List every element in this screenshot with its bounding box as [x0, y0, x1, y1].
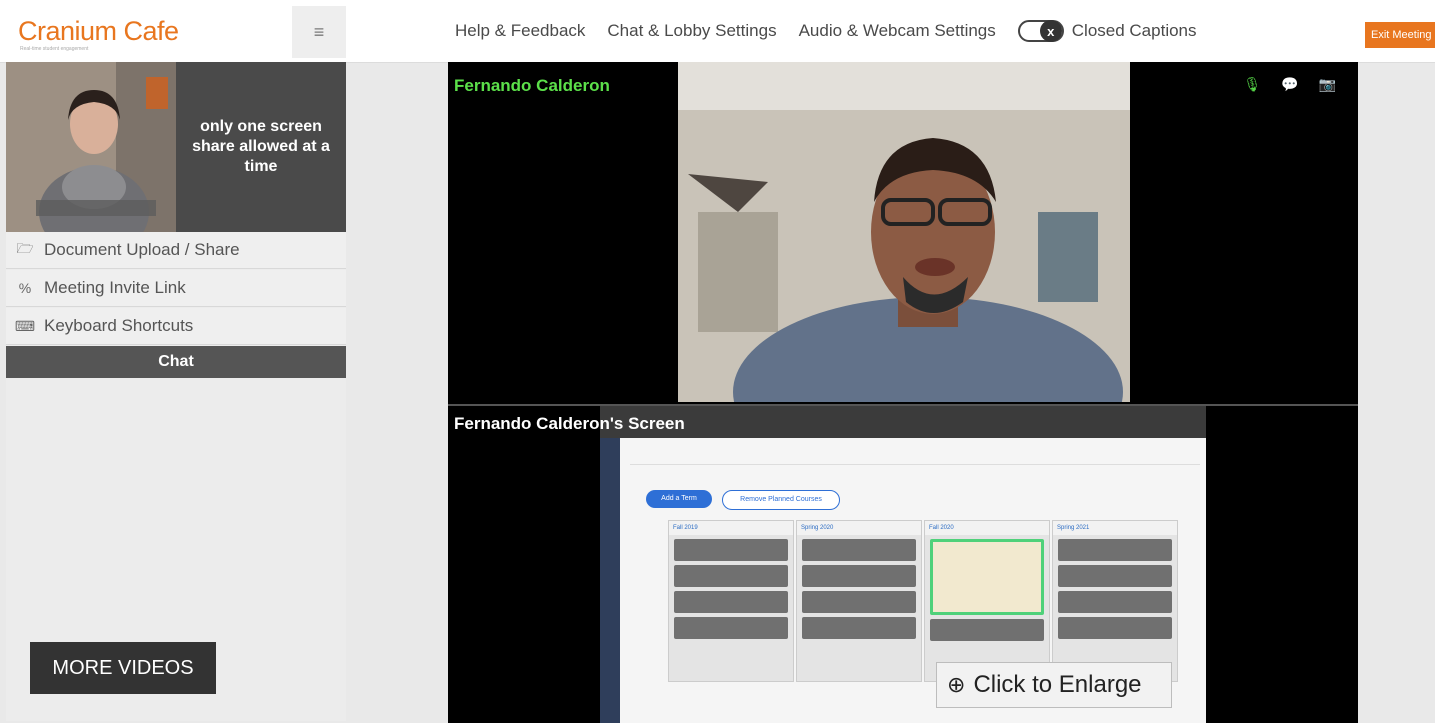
document-upload-share-item[interactable]: 🗁 Document Upload / Share — [6, 232, 346, 269]
help-feedback-link[interactable]: Help & Feedback — [455, 21, 585, 41]
app-sidebar — [600, 438, 620, 723]
top-nav: Help & Feedback Chat & Lobby Settings Au… — [455, 0, 1197, 62]
browser-toolbar — [600, 406, 1206, 438]
brand-logo[interactable]: Cranium Cafe — [18, 16, 179, 47]
hamburger-icon[interactable]: ≡ — [292, 6, 346, 58]
audio-webcam-settings-link[interactable]: Audio & Webcam Settings — [799, 21, 996, 41]
term-column: Spring 2021 — [1052, 520, 1178, 682]
remove-planned-courses-button: Remove Planned Courses — [722, 490, 840, 510]
click-to-enlarge-button[interactable]: ⊕ Click to Enlarge — [936, 662, 1172, 708]
participant-video-tile[interactable]: Fernando Calderon 🎙 💬 📷 — [448, 62, 1358, 402]
link-icon: % — [18, 280, 32, 296]
term-title: Spring 2021 — [1053, 521, 1177, 535]
planner-tabs — [630, 440, 1200, 465]
document-upload-share-label: Document Upload / Share — [44, 240, 240, 259]
keyboard-icon: ⌨ — [14, 317, 36, 334]
folder-icon: 🗁 — [16, 240, 34, 256]
self-video-tile[interactable]: only one screen share allowed at a time — [6, 62, 346, 232]
shared-screen: Add a Term Remove Planned Courses Fall 2… — [600, 406, 1206, 723]
closed-captions-label[interactable]: Closed Captions — [1072, 21, 1197, 41]
exit-meeting-button[interactable]: Exit Meeting — [1365, 22, 1435, 48]
chat-lobby-settings-link[interactable]: Chat & Lobby Settings — [607, 21, 776, 41]
term-column: Spring 2020 — [796, 520, 922, 682]
chat-bubble-icon[interactable]: 💬 — [1281, 76, 1298, 93]
screen-share-notice: only one screen share allowed at a time — [192, 118, 330, 175]
meeting-invite-link-label: Meeting Invite Link — [44, 278, 186, 297]
brand-tagline: Real-time student engagement — [20, 46, 89, 52]
click-to-enlarge-label: Click to Enlarge — [973, 671, 1142, 698]
top-bar: Cranium Cafe Real-time student engagemen… — [0, 0, 1435, 63]
sidebar: only one screen share allowed at a time … — [6, 62, 346, 721]
camera-icon: 📷 — [1318, 76, 1336, 92]
participant-status-icons: 🎙 💬 📷 — [1243, 76, 1336, 93]
keyboard-shortcuts-item[interactable]: ⌨ Keyboard Shortcuts — [6, 308, 346, 345]
closed-captions-toggle[interactable]: x — [1017, 20, 1064, 42]
close-icon: x — [1039, 20, 1062, 42]
zoom-in-icon: ⊕ — [947, 672, 966, 697]
chat-tab[interactable]: Chat — [6, 346, 346, 378]
video-stage: Fernando Calderon 🎙 💬 📷 Fernando Caldero… — [448, 62, 1358, 723]
self-video-feed — [6, 62, 176, 232]
term-title: Fall 2019 — [669, 521, 793, 535]
add-term-button: Add a Term — [646, 490, 712, 508]
screen-share-name: Fernando Calderon's Screen — [454, 414, 685, 433]
keyboard-shortcuts-label: Keyboard Shortcuts — [44, 316, 194, 335]
meeting-invite-link-item[interactable]: % Meeting Invite Link — [6, 270, 346, 307]
participant-video-feed — [678, 62, 1130, 402]
term-title: Fall 2020 — [925, 521, 1049, 535]
more-videos-button[interactable]: MORE VIDEOS — [30, 642, 216, 694]
term-column: Fall 2019 — [668, 520, 794, 682]
participant-name: Fernando Calderon — [454, 76, 610, 95]
term-column: Fall 2020 — [924, 520, 1050, 682]
screen-share-tile[interactable]: Fernando Calderon's Screen Add a Term Re… — [448, 404, 1358, 723]
term-title: Spring 2020 — [797, 521, 921, 535]
microphone-icon: 🎙 — [1243, 76, 1262, 92]
